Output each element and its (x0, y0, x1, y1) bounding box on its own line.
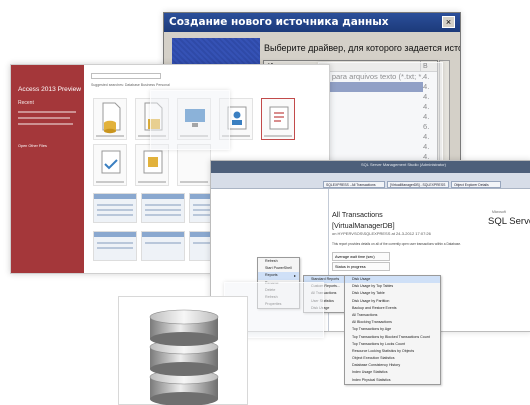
menu-item[interactable]: Backup and Restore Events (345, 305, 440, 312)
menu-item[interactable]: Top Transactions by Locks Count (345, 341, 440, 348)
template-tile[interactable] (93, 144, 127, 186)
menu-item[interactable]: Reports ▸ (258, 272, 299, 280)
menu-item[interactable]: Disk Usage by Top Tables (345, 283, 440, 290)
close-button[interactable]: × (442, 16, 455, 28)
menu-item-label: Index Physical Statistics (352, 377, 391, 382)
menu-item-label: All Transactions (352, 312, 378, 317)
access-sidebar: Access 2013 Preview Recent Open Other Fi… (11, 65, 84, 273)
template-tile[interactable] (135, 144, 169, 186)
menu-item[interactable]: Index Usage Statistics (345, 369, 440, 376)
recent-file-line[interactable] (18, 111, 76, 113)
menu-item-label: Database Consistency History (352, 363, 401, 368)
menu-item[interactable]: Index Physical Statistics (345, 377, 440, 384)
menu-item[interactable]: Database Consistency History (345, 362, 440, 369)
ssms-title: SQL Server Management Studio (Administra… (361, 162, 446, 167)
report-title: All Transactions (332, 210, 383, 219)
report-description: This report provides details on all of t… (332, 242, 461, 246)
template-thumbnail[interactable] (141, 193, 185, 223)
report-table-row: Average wait time (sec) (332, 252, 390, 261)
menu-item[interactable]: All Transactions (345, 312, 440, 319)
menu-item-label: Disk Usage by Top Tables (352, 284, 394, 289)
project-icon (143, 150, 163, 174)
menu-item[interactable]: All Blocking Transactions (345, 319, 440, 326)
tab-object-explorer[interactable]: Object Explorer Details (451, 181, 501, 188)
report-table-row: Status in progress (332, 262, 390, 271)
database-card (118, 296, 248, 405)
menu-item-label: Disk Usage by Partition (352, 298, 390, 303)
access-title: Access 2013 Preview (18, 86, 82, 93)
menu-item-label: Resource Locking Statistics by Objects (352, 348, 415, 353)
menu-item-label: Backup and Restore Events (352, 305, 397, 310)
menu-item-label: Object Execution Statistics (352, 356, 395, 361)
sql-server-logo: Microsoft SQL Server (488, 210, 530, 227)
template-search-input[interactable] (91, 73, 161, 79)
recent-file-line[interactable] (18, 123, 73, 125)
menu-item-label: Start PowerShell (265, 266, 292, 271)
template-tile[interactable] (93, 98, 127, 140)
template-tile-selected[interactable] (261, 98, 295, 140)
report-database: [VirtualManagerDB] (332, 221, 395, 230)
menu-item-label: Disk Usage by Table (352, 291, 385, 296)
menu-item[interactable]: Top Transactions by Age (345, 326, 440, 333)
open-other-files-link[interactable]: Open Other Files (18, 144, 47, 148)
menu-item[interactable]: Disk Usage by Partition (345, 298, 440, 305)
glass-panel (150, 90, 230, 150)
submenu-arrow-icon: ▸ (293, 273, 296, 279)
menu-item[interactable]: Top Transactions by Blocked Transactions… (345, 334, 440, 341)
context-menu-standard-reports: Disk Usage Disk Usage by Top Tables Disk U… (344, 275, 441, 385)
template-thumbnail[interactable] (141, 231, 185, 261)
menu-item[interactable]: Object Execution Statistics (345, 355, 440, 362)
menu-item[interactable]: Disk Usage by Table (345, 290, 440, 297)
recent-heading: Recent (18, 100, 34, 106)
suggested-searches: Suggested searches: Database Business Pe… (91, 83, 170, 87)
menu-item[interactable]: Refresh (258, 258, 299, 265)
odbc-dialog-title: Создание нового источника данных (164, 13, 460, 32)
recent-file-line[interactable] (18, 117, 70, 119)
template-thumbnail[interactable] (93, 231, 137, 261)
menu-item-label: All Blocking Transactions (352, 320, 392, 325)
logo-text: SQL Server (488, 216, 530, 227)
task-icon (101, 150, 121, 174)
menu-item-label: Standard Reports (311, 277, 340, 281)
menu-item-label: Index Usage Statistics (352, 370, 388, 375)
tab-database[interactable]: [VirtualManagerDB] - SQLEXPRESS (387, 181, 449, 188)
menu-item[interactable]: Resource Locking Statistics by Objects (345, 348, 440, 355)
glass-panel (318, 62, 443, 162)
menu-item[interactable]: Start PowerShell (258, 265, 299, 272)
menu-item-label: Reports (265, 273, 278, 278)
ssms-titlebar: SQL Server Management Studio (Administra… (211, 161, 530, 173)
menu-item-label: Top Transactions by Age (352, 327, 392, 332)
menu-item-label: Top Transactions by Blocked Transactions… (352, 334, 430, 339)
driver-prompt: Выберите драйвер, для которого задается … (264, 43, 461, 53)
template-tile[interactable] (177, 144, 211, 186)
menu-item[interactable]: Disk Usage (345, 276, 440, 284)
database-stack-icon (149, 309, 219, 405)
collage-stage: Создание нового источника данных × Выбер… (0, 0, 530, 405)
menu-item-label: Top Transactions by Locks Count (352, 341, 405, 346)
menu-item-label: Disk Usage (352, 277, 371, 281)
menu-item-label: Refresh (265, 259, 278, 263)
template-thumbnail[interactable] (93, 193, 137, 223)
report-server-line: on HYPERVSOS\SQLEXPRESS at 24-3-2012 17:… (332, 231, 431, 236)
logo-vendor: Microsoft (492, 210, 506, 214)
database-app-icon (102, 102, 121, 134)
issues-icon (269, 106, 289, 130)
tab-report[interactable]: SQLEXPRESS - All Transactions (323, 181, 385, 188)
